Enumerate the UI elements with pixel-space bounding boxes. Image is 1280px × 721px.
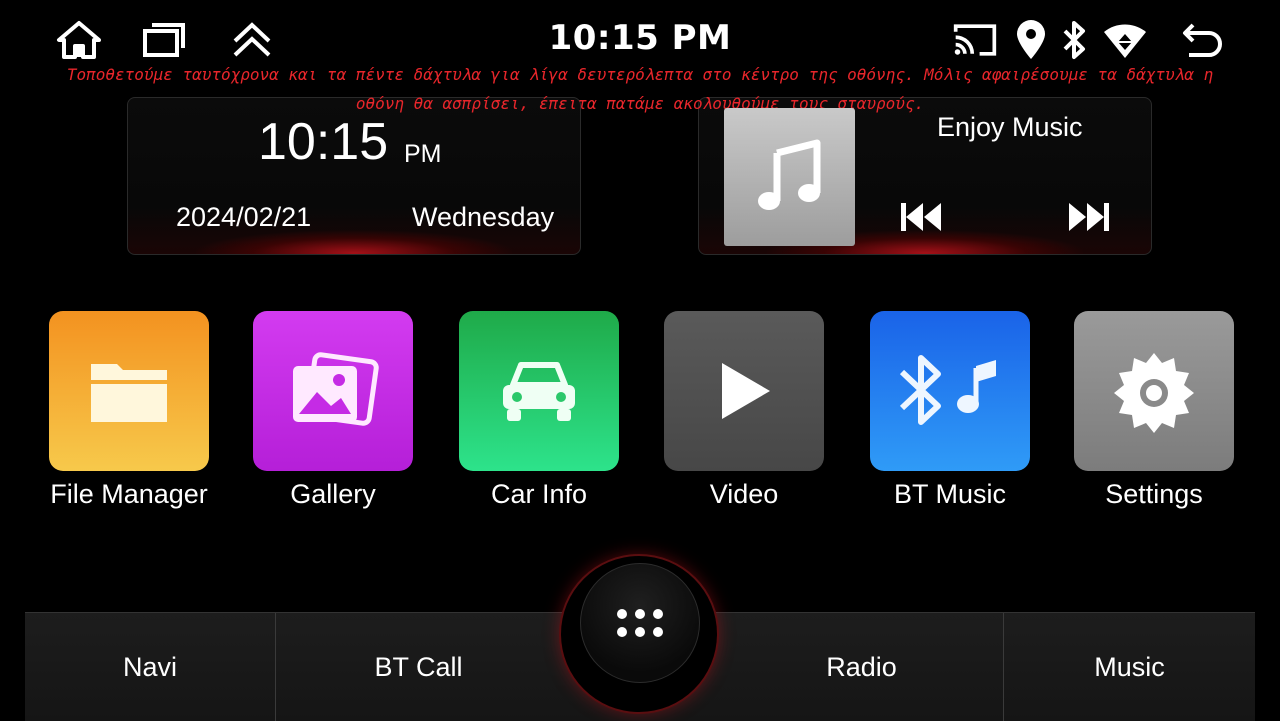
widget-date: 2024/02/21 <box>176 202 312 232</box>
home-icon[interactable] <box>56 18 102 62</box>
screen-cast-icon[interactable] <box>952 18 998 62</box>
back-icon[interactable] <box>1180 18 1226 62</box>
skip-previous-icon[interactable] <box>897 198 945 236</box>
app-drawer-icon <box>617 609 663 637</box>
folder-icon[interactable] <box>49 311 209 471</box>
app-label: Settings <box>1105 479 1203 509</box>
dock-navi[interactable]: Navi <box>25 613 275 721</box>
wifi-icon <box>1102 18 1148 62</box>
widget-weekday: Wednesday <box>412 202 555 232</box>
music-note-icon <box>757 139 820 210</box>
dock-music[interactable]: Music <box>1004 613 1255 721</box>
album-art[interactable] <box>724 108 855 246</box>
recent-apps-icon[interactable] <box>141 18 187 62</box>
gear-icon[interactable] <box>1074 311 1234 471</box>
status-clock: 10:15 PM <box>548 18 732 58</box>
dock-bt-call[interactable]: BT Call <box>276 613 561 721</box>
play-icon[interactable] <box>664 311 824 471</box>
location-icon <box>1008 18 1054 62</box>
clock-widget[interactable]: 10:15 PM 2024/02/21 Wednesday <box>127 97 581 255</box>
widget-time: 10:15 <box>258 113 389 171</box>
app-drawer-button[interactable] <box>580 563 700 683</box>
bluetooth-icon <box>1052 18 1098 62</box>
gallery-icon[interactable] <box>253 311 413 471</box>
bluetooth-music-icon[interactable] <box>870 311 1030 471</box>
app-label: Car Info <box>490 479 588 509</box>
skip-next-icon[interactable] <box>1065 198 1113 236</box>
music-widget[interactable]: Enjoy Music <box>698 97 1152 255</box>
collapse-up-icon[interactable] <box>229 18 275 62</box>
dock-radio[interactable]: Radio <box>720 613 1003 721</box>
car-icon[interactable] <box>459 311 619 471</box>
app-label: Video <box>709 479 779 509</box>
overlay-instruction: Τοποθετούμε ταυτόχρονα και τα πέντε δάχτ… <box>66 65 1214 113</box>
widget-ampm: PM <box>404 140 442 168</box>
app-label: Gallery <box>290 479 376 509</box>
